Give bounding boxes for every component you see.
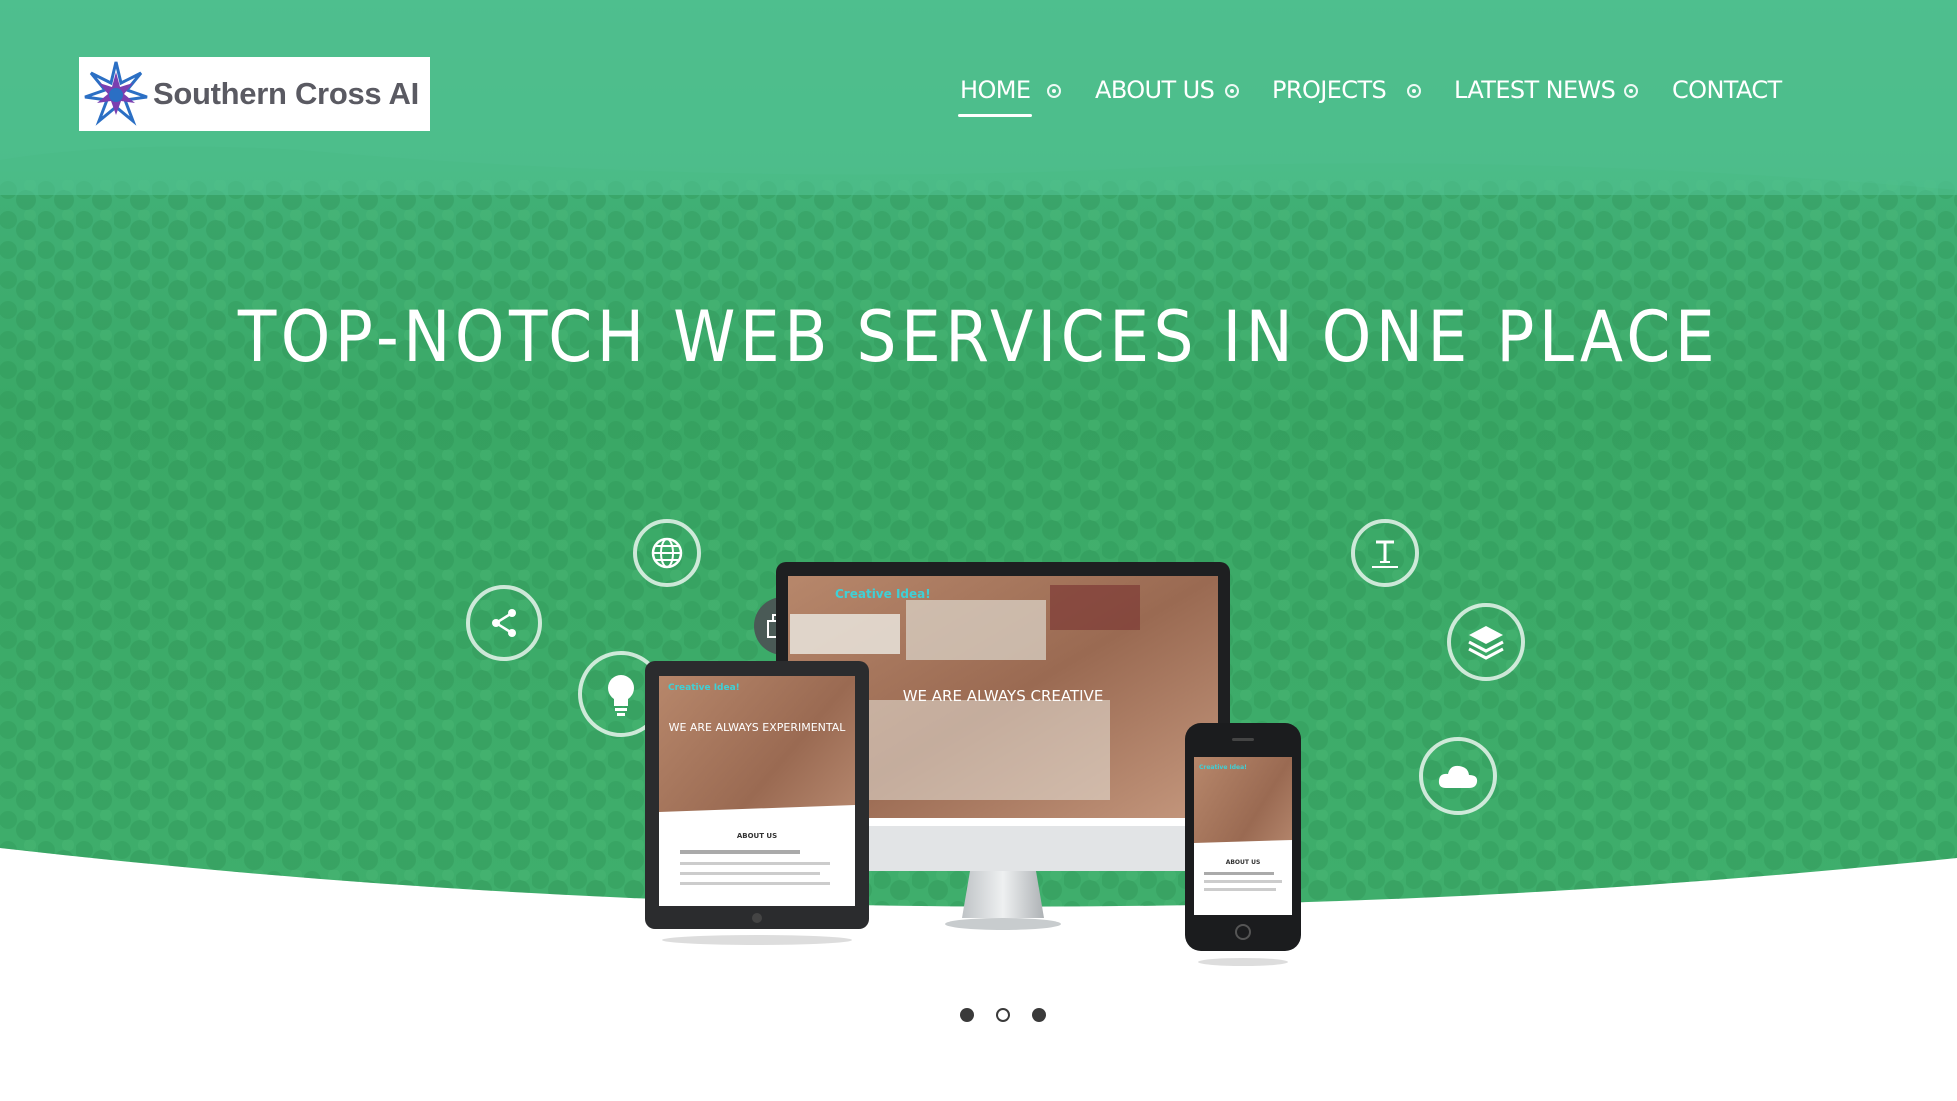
page: Southern Cross AI HOME ABOUT US PROJECTS… [0,0,1957,1101]
phone-mockup [1185,723,1301,966]
slider-dot-1[interactable] [960,1008,974,1022]
desktop-tagline-text: WE ARE ALWAYS CREATIVE [903,687,1104,705]
slider-pagination [960,1008,1046,1022]
tablet-brand-text: Creative Idea! [668,683,740,693]
device-mockups: Creative Idea! WE ARE ALWAYS CREATIVE Cr… [645,562,1301,966]
tablet-section-text: ABOUT US [737,832,777,840]
tablet-tagline-text: WE ARE ALWAYS EXPERIMENTAL [669,721,847,734]
desktop-brand-text: Creative Idea! [835,587,931,601]
slider-dot-3[interactable] [1032,1008,1046,1022]
phone-section-text: ABOUT US [1226,859,1261,866]
tablet-mockup [645,661,869,945]
slider-dot-2[interactable] [996,1008,1010,1022]
phone-brand-text: Creative Idea! [1199,764,1247,771]
